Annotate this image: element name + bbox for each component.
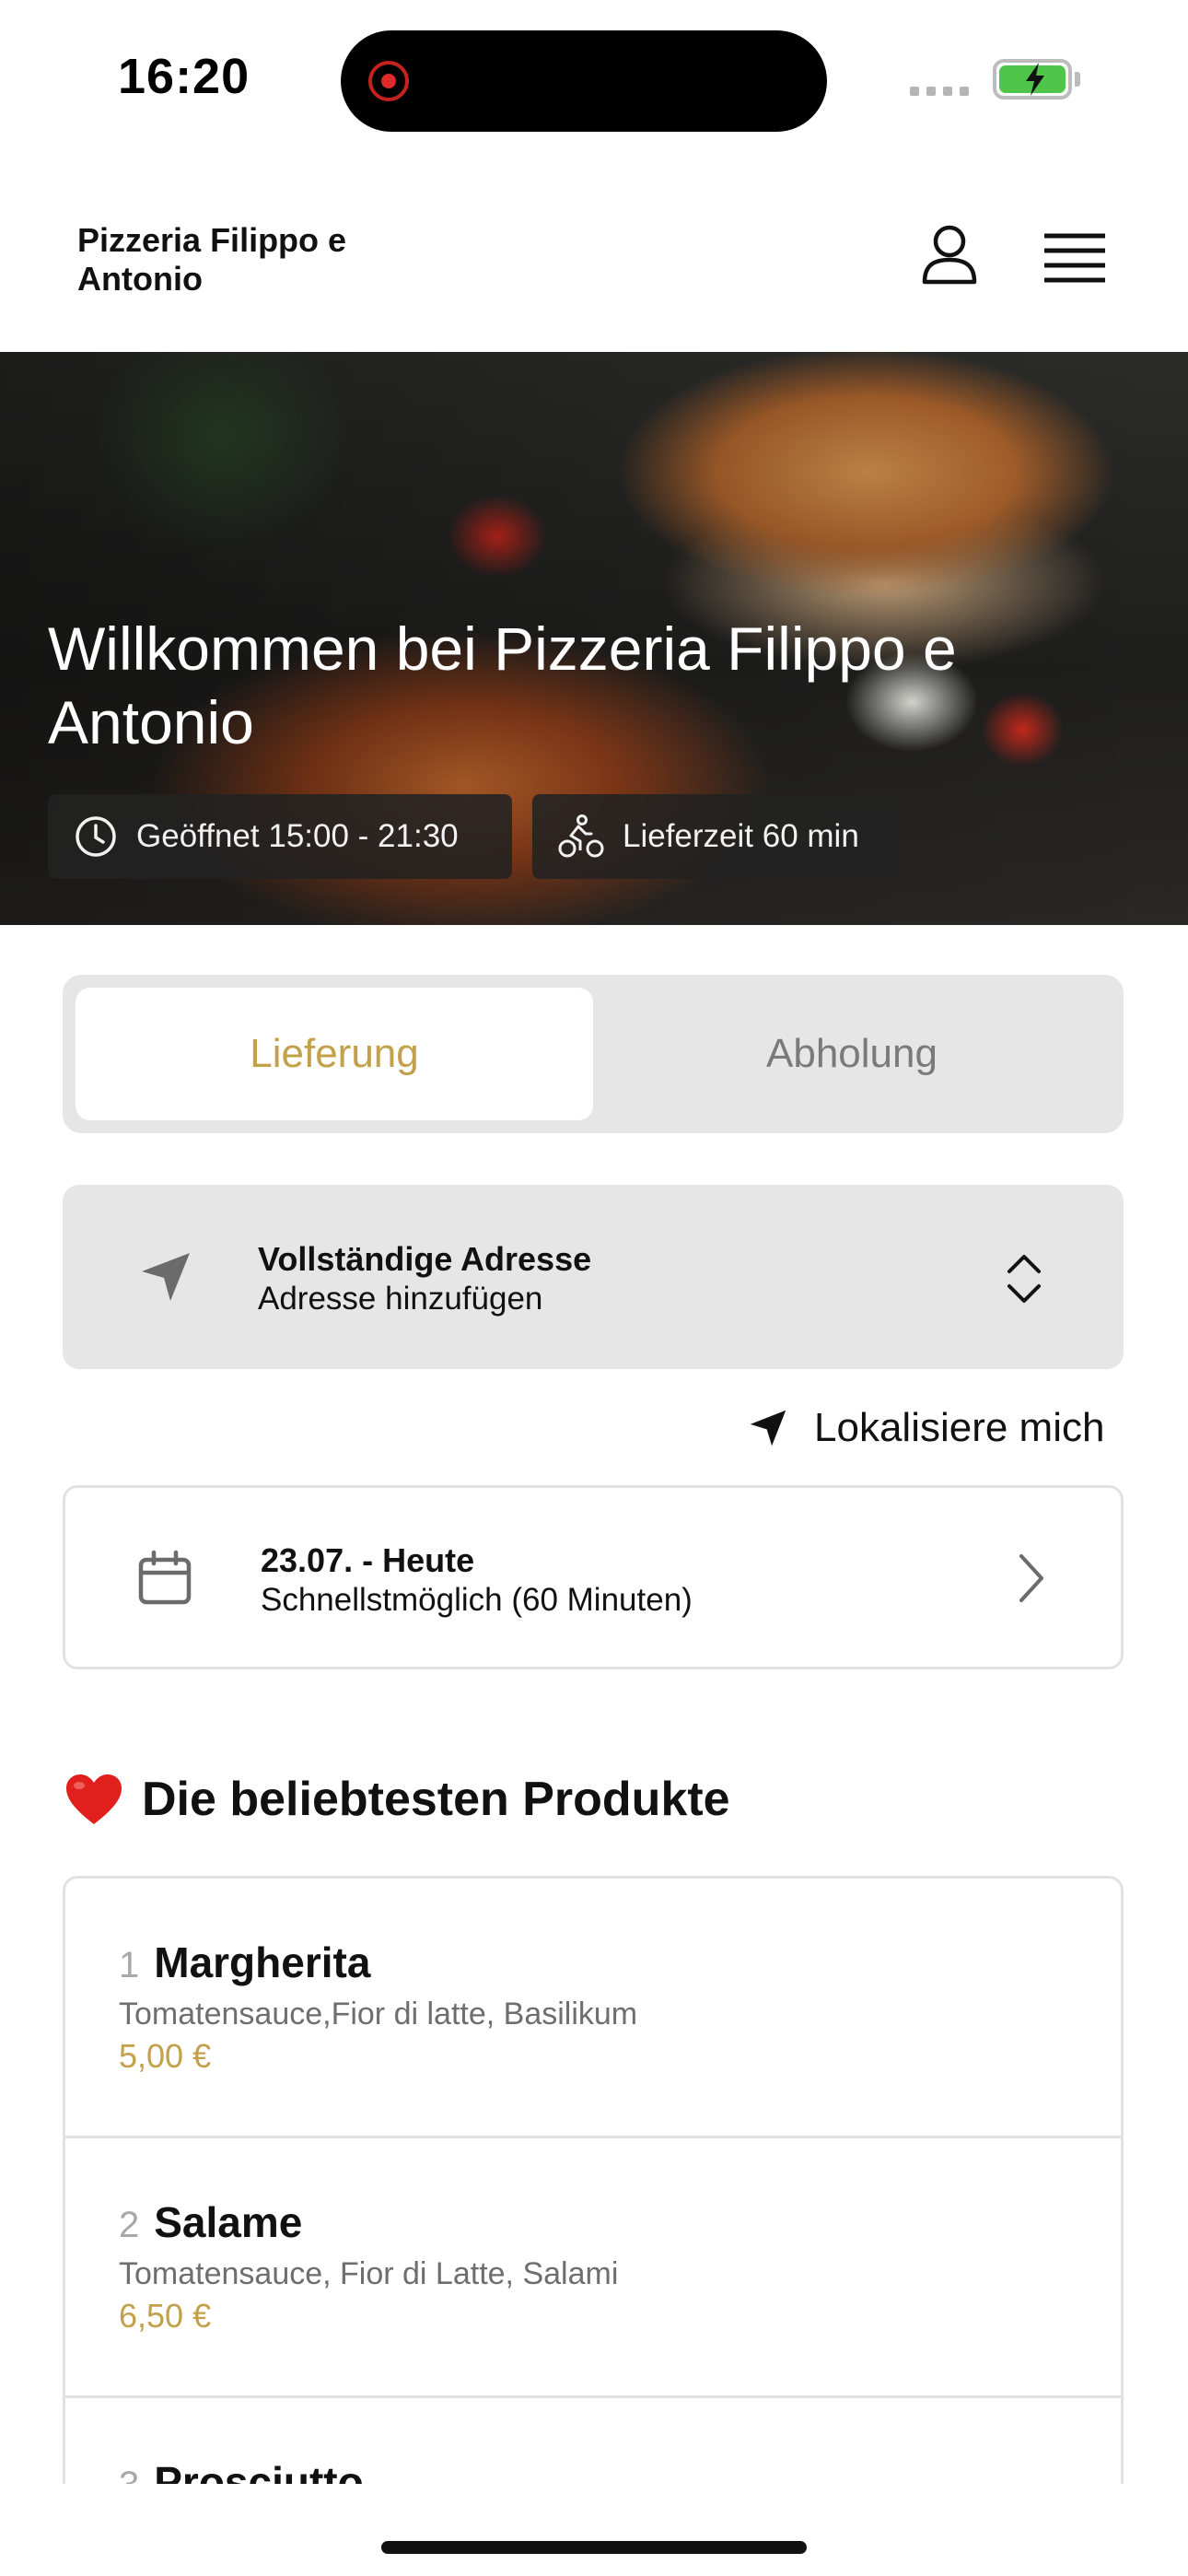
popular-products-heading: Die beliebtesten Produkte bbox=[64, 1767, 730, 1832]
product-price: 5,00 € bbox=[119, 2037, 212, 2075]
product-rank: 1 bbox=[119, 1945, 140, 1985]
charging-bolt-icon bbox=[1026, 63, 1044, 96]
address-subtitle: Adresse hinzufügen bbox=[258, 1281, 543, 1317]
product-name: Margherita bbox=[154, 1938, 371, 1986]
chevron-up-down-icon bbox=[1007, 1255, 1041, 1303]
brand-name[interactable]: Pizzeria Filippo e Antonio bbox=[77, 221, 427, 299]
status-time: 16:20 bbox=[118, 49, 250, 104]
recording-indicator-icon bbox=[368, 61, 409, 101]
tab-pickup[interactable]: Abholung bbox=[593, 988, 1111, 1120]
list-item[interactable]: 1 Margherita Tomatensauce,Fior di latte,… bbox=[65, 1879, 1121, 2138]
product-rank: 3 bbox=[119, 2465, 139, 2484]
bicycle-courier-icon bbox=[558, 814, 604, 858]
opening-hours-text: Geöffnet 15:00 - 21:30 bbox=[136, 818, 459, 854]
heart-icon bbox=[66, 1774, 122, 1824]
address-title: Vollständige Adresse bbox=[258, 1240, 592, 1278]
product-rank: 2 bbox=[119, 2205, 140, 2245]
battery-icon bbox=[993, 59, 1072, 100]
opening-hours-badge: Geöffnet 15:00 - 21:30 bbox=[48, 794, 512, 879]
battery-cap bbox=[1075, 72, 1080, 87]
location-arrow-icon bbox=[750, 1410, 786, 1446]
user-icon[interactable] bbox=[917, 223, 982, 287]
hero-banner: Willkommen bei Pizzeria Filippo e Antoni… bbox=[0, 352, 1188, 925]
calendar-icon bbox=[138, 1550, 192, 1605]
order-type-toggle: Lieferung Abholung bbox=[63, 975, 1124, 1133]
clock-icon bbox=[76, 816, 116, 857]
menu-icon[interactable] bbox=[1041, 230, 1109, 286]
navigation-arrow-icon bbox=[142, 1253, 190, 1301]
list-item[interactable]: 3 Prosciutto bbox=[65, 2398, 1121, 2484]
home-indicator[interactable] bbox=[381, 2541, 807, 2554]
tab-delivery[interactable]: Lieferung bbox=[76, 988, 593, 1120]
chevron-right-icon bbox=[1019, 1554, 1043, 1602]
popular-products-list: 1 Margherita Tomatensauce,Fior di latte,… bbox=[63, 1876, 1124, 2484]
product-description: Tomatensauce,Fior di latte, Basilikum bbox=[119, 1996, 638, 2032]
status-bar: 16:20 bbox=[0, 0, 1188, 157]
dynamic-island bbox=[341, 30, 827, 132]
product-name: Salame bbox=[154, 2198, 303, 2246]
popular-products-title: Die beliebtesten Produkte bbox=[142, 1773, 730, 1826]
app-header: Pizzeria Filippo e Antonio bbox=[0, 157, 1188, 352]
locate-me-label: Lokalisiere mich bbox=[814, 1405, 1105, 1450]
date-subtitle: Schnellstmöglich (60 Minuten) bbox=[261, 1582, 693, 1618]
product-name: Prosciutto bbox=[154, 2458, 364, 2484]
cellular-signal-icon bbox=[910, 87, 969, 96]
delivery-time-selector[interactable]: 23.07. - Heute Schnellstmöglich (60 Minu… bbox=[63, 1485, 1124, 1669]
locate-me-button[interactable]: Lokalisiere mich bbox=[748, 1400, 1104, 1456]
delivery-time-badge: Lieferzeit 60 min bbox=[532, 794, 901, 879]
product-description: Tomatensauce, Fior di Latte, Salami bbox=[119, 2256, 619, 2291]
hero-title: Willkommen bei Pizzeria Filippo e Antoni… bbox=[48, 615, 957, 756]
date-title: 23.07. - Heute bbox=[261, 1541, 475, 1579]
address-selector[interactable]: Vollständige Adresse Adresse hinzufügen bbox=[63, 1185, 1124, 1369]
list-item[interactable]: 2 Salame Tomatensauce, Fior di Latte, Sa… bbox=[65, 2138, 1121, 2398]
product-price: 6,50 € bbox=[119, 2297, 212, 2335]
delivery-time-text: Lieferzeit 60 min bbox=[623, 818, 859, 854]
